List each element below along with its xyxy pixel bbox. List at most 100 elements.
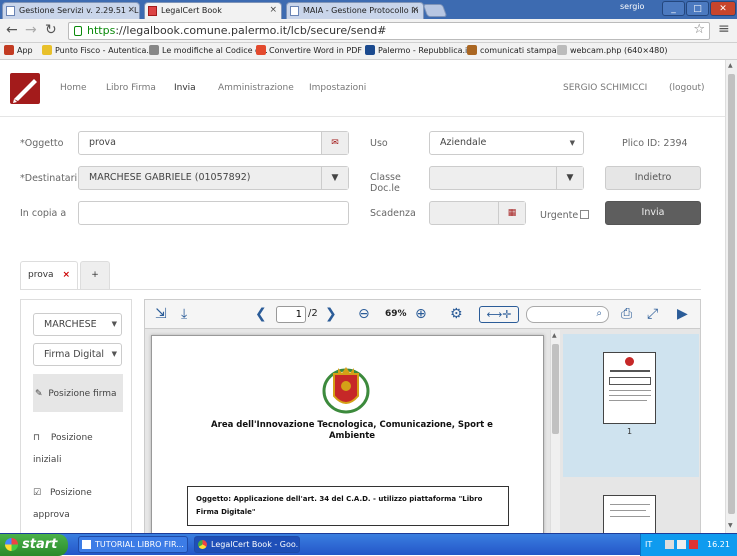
sign-type-select[interactable]: Firma Digital ▼ (33, 343, 122, 366)
nav-libro-firma[interactable]: Libro Firma (106, 83, 156, 93)
forward-arrow-icon[interactable]: → (25, 22, 37, 38)
scroll-thumb[interactable] (552, 344, 559, 434)
thumbnail-label: 1 (627, 427, 633, 436)
system-tray: IT 16.21 (640, 534, 737, 556)
zoom-out-icon[interactable]: ⊖ (358, 305, 370, 323)
task-tutorial[interactable]: TUTORIAL LIBRO FIR... (78, 536, 188, 553)
bookmark-icon: ⊓ (33, 433, 41, 443)
close-icon[interactable]: × (127, 3, 135, 18)
logout-link[interactable]: (logout) (669, 83, 704, 93)
posizione-firma-item[interactable]: ✎ Posizione firma (33, 374, 123, 412)
posizione-iniziali-item[interactable]: ⊓ Posizione iniziali (33, 427, 123, 471)
caret-down-icon[interactable]: ▼ (321, 167, 348, 189)
legalcert-logo[interactable] (10, 73, 40, 104)
scroll-up-icon[interactable]: ▲ (552, 332, 557, 339)
bookmark-repubblica[interactable]: Palermo - Repubblica.it (365, 45, 470, 55)
antivirus-icon[interactable] (689, 540, 698, 549)
oggetto-field[interactable]: prova ✉ (78, 131, 349, 155)
doc-tab-prova[interactable]: prova × (20, 261, 78, 290)
network-icon[interactable] (665, 540, 674, 549)
download-icon[interactable]: ⤓ (181, 305, 187, 323)
urgente-checkbox[interactable] (580, 210, 589, 219)
menu-icon[interactable]: ≡ (718, 21, 730, 37)
fit-width-icon[interactable]: ⟷✛ (479, 306, 519, 323)
viewer-search-input[interactable]: ⌕ (526, 306, 609, 323)
new-tab-button[interactable] (422, 4, 448, 17)
page-scrollbar[interactable]: ▲ ▼ (725, 60, 737, 533)
browser-tab-label: LegalCert Book (161, 6, 222, 15)
zoom-in-icon[interactable]: ⊕ (415, 305, 427, 323)
close-window-button[interactable]: ✕ (710, 1, 736, 16)
close-icon[interactable]: × (411, 3, 419, 18)
nav-invia[interactable]: Invia (174, 83, 196, 93)
scroll-down-icon[interactable]: ▼ (728, 522, 733, 529)
calendar-icon[interactable]: ▦ (498, 202, 525, 224)
language-indicator[interactable]: IT (645, 540, 652, 549)
text-line (609, 395, 651, 396)
browser-tab-legalcert[interactable]: LegalCert Book × (144, 2, 282, 19)
presentation-icon[interactable]: ▶ (677, 305, 688, 323)
bookmark-webcam[interactable]: webcam.php (640×480) (557, 45, 667, 55)
start-button[interactable]: start (0, 534, 68, 556)
settings-icon[interactable]: ⚙ (450, 305, 463, 323)
prev-page-icon[interactable]: ❮ (255, 305, 267, 323)
reload-icon[interactable]: ↻ (45, 22, 57, 38)
invia-button[interactable]: Invia (605, 201, 701, 225)
thumbnail-2[interactable] (603, 495, 656, 535)
bookmark-codice[interactable]: Le modifiche al Codice d... (149, 45, 268, 55)
bookmark-word-pdf[interactable]: Convertire Word in PDF (256, 45, 362, 55)
add-doc-tab-button[interactable]: + (80, 261, 110, 290)
open-file-icon[interactable]: ⇲ (155, 305, 167, 323)
url-text[interactable]: https://legalbook.comune.palermo.it/lcb/… (87, 24, 386, 37)
next-page-icon[interactable]: ❯ (325, 305, 337, 323)
search-icon[interactable]: ⌕ (596, 308, 602, 319)
uso-label: Uso (370, 138, 388, 149)
address-bar[interactable]: https://legalbook.comune.palermo.it/lcb/… (68, 22, 710, 40)
close-icon[interactable]: × (269, 3, 277, 18)
classe-label: Classe Doc.le (370, 172, 401, 194)
browser-tab-maia[interactable]: MAIA - Gestione Protocollo In × (286, 2, 424, 19)
bookmark-comunicati[interactable]: comunicati stampa (467, 45, 557, 55)
browser-tab-label: MAIA - Gestione Protocollo In (303, 6, 419, 15)
bookmark-app[interactable]: App (4, 45, 33, 55)
signer-select[interactable]: MARCHESE ▼ (33, 313, 122, 336)
indietro-button[interactable]: Indietro (605, 166, 701, 190)
clock[interactable]: 16.21 (707, 540, 730, 549)
windows-taskbar: start TUTORIAL LIBRO FIR... LegalCert Bo… (0, 533, 737, 556)
maximize-button[interactable]: □ (686, 1, 709, 16)
page-number-input[interactable] (276, 306, 306, 323)
bookmark-punto-fisco[interactable]: Punto Fisco - Autentica... (42, 45, 154, 55)
fullscreen-icon[interactable]: ⤢ (647, 305, 658, 323)
print-icon[interactable]: ⎙ (621, 305, 632, 323)
envelope-icon[interactable]: ✉ (321, 132, 348, 154)
user-name[interactable]: SERGIO SCHIMICCI (563, 83, 647, 93)
back-arrow-icon[interactable]: ← (6, 22, 18, 38)
uso-select[interactable]: Aziendale ▼ (429, 131, 584, 155)
scroll-up-icon[interactable]: ▲ (728, 62, 733, 69)
destinatari-select[interactable]: MARCHESE GABRIELE (01057892) ▼ (78, 166, 349, 190)
star-icon[interactable]: ☆ (693, 22, 705, 37)
pdf-page: Area dell'Innovazione Tecnologica, Comun… (151, 335, 544, 540)
scroll-thumb[interactable] (728, 74, 735, 514)
windows-logo-icon (5, 538, 18, 551)
volume-icon[interactable] (677, 540, 686, 549)
uso-value: Aziendale (440, 137, 487, 148)
nav-amministrazione[interactable]: Amministrazione (218, 83, 294, 93)
nav-impostazioni[interactable]: Impostazioni (309, 83, 366, 93)
scadenza-label: Scadenza (370, 208, 416, 219)
page-icon (467, 45, 477, 55)
minimize-button[interactable]: _ (662, 1, 685, 16)
viewer-scrollbar[interactable]: ▲ (550, 330, 560, 535)
caret-down-icon[interactable]: ▼ (556, 167, 583, 189)
browser-tab-gestione-servizi[interactable]: Gestione Servizi v. 2.29.51 - L × (2, 2, 140, 19)
browser-user-label[interactable]: sergio (620, 2, 644, 11)
copia-field[interactable] (78, 201, 349, 225)
task-legalcert-chrome[interactable]: LegalCert Book - Goo... (194, 536, 300, 553)
posizione-approva-item[interactable]: ☑ Posizione approva (33, 482, 123, 526)
close-icon[interactable]: × (62, 270, 70, 280)
nav-home[interactable]: Home (60, 83, 87, 93)
thumbnail-1[interactable]: 1 (563, 334, 699, 477)
scadenza-field[interactable]: ▦ (429, 201, 526, 225)
item-label: Posizione iniziali (33, 433, 93, 465)
classe-select[interactable]: ▼ (429, 166, 584, 190)
